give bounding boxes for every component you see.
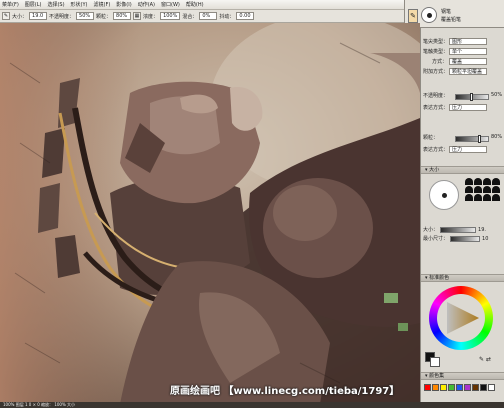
stroke-type-row: 笔尖类型： 图形 <box>423 38 487 45</box>
watermark-text: 原画绘画吧 【www.linecg.com/tieba/1797】 <box>170 386 400 397</box>
opacity-value: 50% <box>491 92 503 98</box>
grain-field[interactable]: 80% <box>113 12 132 20</box>
brush-options-bar: ✎ 大小： 19.0 不透明度： 50% 颗粒： 80% ▦ 浓度： 100% … <box>0 10 404 23</box>
method-label: 方式： <box>431 59 447 65</box>
dab-type-row: 笔触类型： 单个 <box>423 48 487 55</box>
brush-category[interactable]: 钢笔 <box>441 8 451 15</box>
menu-item[interactable]: 帮助(H) <box>186 1 204 8</box>
stroke-type-select[interactable]: 图形 <box>449 38 487 45</box>
sub-method-row: 附加方式： 颗粒平坦覆盖 <box>423 68 487 75</box>
color-tools: ✎ ⇄ <box>479 356 491 363</box>
stroke-type-label: 笔尖类型： <box>423 39 449 45</box>
opacity-slider[interactable] <box>455 93 489 101</box>
grain-slider[interactable] <box>455 135 489 143</box>
mixer-panel-title: 颜色集 <box>429 373 445 379</box>
opacity-slider-label: 不透明度： <box>423 93 449 99</box>
size-label: 大小： <box>12 13 28 20</box>
mix-field[interactable]: 0% <box>199 12 218 20</box>
expression2-row: 表达方式： 压力 <box>423 146 487 153</box>
color-swatch[interactable] <box>456 384 463 391</box>
color-swatch[interactable] <box>432 384 439 391</box>
size-field[interactable]: 19.0 <box>29 12 48 20</box>
color-swatch[interactable] <box>440 384 447 391</box>
opacity-field[interactable]: 50% <box>76 12 95 20</box>
expression2-select[interactable]: 压力 <box>449 146 487 153</box>
menu-item[interactable]: 形状(Y) <box>71 1 88 8</box>
menu-item[interactable]: 窗口(W) <box>161 1 180 8</box>
expression1-label: 表达方式： <box>423 105 449 111</box>
method-row: 方式： 覆盖 <box>423 58 487 65</box>
color-triangle[interactable] <box>429 286 493 350</box>
brush-variant[interactable]: 覆盖铅笔 <box>441 16 461 23</box>
grain-icon[interactable]: ▦ <box>133 12 142 20</box>
brush-dab-icon[interactable] <box>421 7 437 23</box>
brush-shape-grid[interactable] <box>465 178 503 201</box>
size-slider[interactable] <box>440 226 477 233</box>
painting-artwork <box>0 23 420 404</box>
swap-icon[interactable]: ⇄ <box>486 356 491 363</box>
color-set-swatches[interactable] <box>424 384 504 391</box>
menu-bar: 菜单(F) 图层(L) 选择(S) 形状(Y) 滤镜(F) 影像(I) 动作(A) 窗口(W)… <box>0 0 420 10</box>
expression1-select[interactable]: 压力 <box>449 104 487 111</box>
min-size-row: 最小尺寸： 10 <box>423 235 488 242</box>
dropper-icon[interactable]: ✎ <box>479 356 484 363</box>
pencil-icon[interactable]: ✎ <box>408 9 418 23</box>
color-swatch[interactable] <box>472 384 479 391</box>
color-swatch[interactable] <box>488 384 495 391</box>
menu-item[interactable]: 菜单(F) <box>2 1 19 8</box>
grain-slider-knob[interactable] <box>478 135 481 143</box>
size-row: 大小： 19. <box>423 226 486 233</box>
grain-row: 颗粒： <box>423 134 438 141</box>
method-select[interactable]: 覆盖 <box>449 58 487 65</box>
grain-slider-label: 颗粒： <box>423 135 439 141</box>
sub-method-select[interactable]: 颗粒平坦覆盖 <box>449 68 487 75</box>
color-swatch[interactable] <box>448 384 455 391</box>
size-slider-value: 19. <box>478 226 486 233</box>
menu-item[interactable]: 选择(S) <box>47 1 64 8</box>
mix-label: 混合： <box>182 13 198 20</box>
dab-type-select[interactable]: 单个 <box>449 48 487 55</box>
blend-field[interactable]: 100% <box>160 12 181 20</box>
color-swatch[interactable] <box>480 384 487 391</box>
size-panel-title: 大小 <box>429 167 440 173</box>
secondary-color-swatch[interactable] <box>430 357 440 367</box>
color-swatch[interactable] <box>464 384 471 391</box>
color-swatch[interactable] <box>424 384 431 391</box>
color-panel-header[interactable]: ▾ 标准颜色 <box>421 274 504 282</box>
grain-label: 颗粒： <box>96 13 112 20</box>
mixer-panel-header[interactable]: ▾ 颜色集 <box>421 372 504 380</box>
menu-item[interactable]: 图层(L) <box>25 1 42 8</box>
expression2-label: 表达方式： <box>423 147 449 153</box>
min-size-label: 最小尺寸： <box>423 236 449 242</box>
jitter-label: 抖动： <box>219 13 235 20</box>
opacity-row: 不透明度： <box>423 92 448 99</box>
color-wheel[interactable] <box>429 286 493 350</box>
grain-value: 80% <box>491 134 503 140</box>
menu-item[interactable]: 动作(A) <box>138 1 155 8</box>
painting-canvas[interactable] <box>0 23 420 404</box>
min-size-slider[interactable] <box>450 235 481 242</box>
blend-label: 浓度： <box>143 13 159 20</box>
brush-size-preview <box>429 180 459 210</box>
menu-item[interactable]: 滤镜(F) <box>94 1 111 8</box>
sub-method-label: 附加方式： <box>423 69 449 75</box>
expression1-row: 表达方式： 压力 <box>423 104 487 111</box>
jitter-field[interactable]: 0.00 <box>236 12 255 20</box>
menu-item[interactable]: 影像(I) <box>116 1 131 8</box>
size-panel-header[interactable]: ▾ 大小 <box>421 166 504 174</box>
min-size-value: 10 <box>482 235 489 242</box>
status-bar: 100% 图层 1 0 × 0 缩放： 100% 大小 <box>0 402 504 408</box>
opacity-label: 不透明度： <box>49 13 75 20</box>
opacity-slider-knob[interactable] <box>470 93 473 101</box>
app-window: { "menubar": {"items": ["菜单(F)","图层(L)",… <box>0 0 504 408</box>
properties-panel: 笔尖类型： 图形 笔触类型： 单个 方式： 覆盖 附加方式： 颗粒平坦覆盖 不透… <box>420 28 504 402</box>
brush-icon[interactable]: ✎ <box>2 12 10 20</box>
dab-type-label: 笔触类型： <box>423 49 449 55</box>
color-panel-title: 标准颜色 <box>429 275 450 281</box>
size-slider-label: 大小： <box>423 227 439 233</box>
